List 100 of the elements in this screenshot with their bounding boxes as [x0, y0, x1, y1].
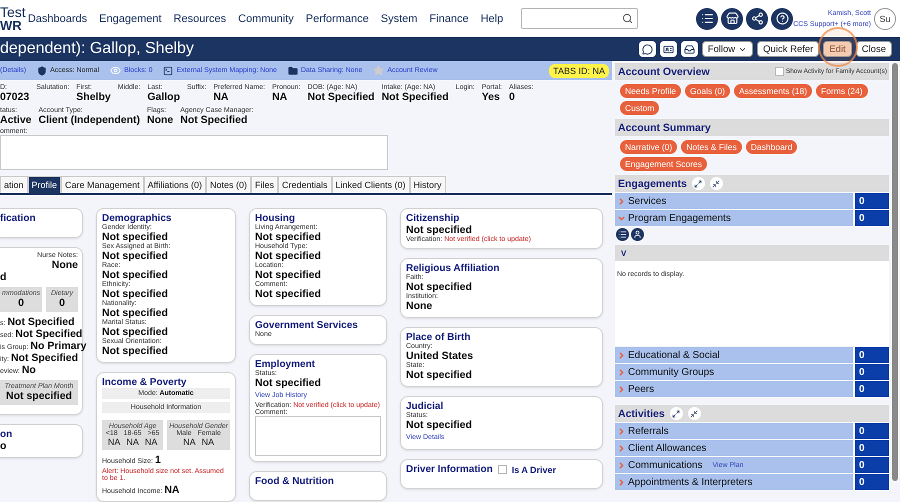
- tab[interactable]: Profile: [28, 176, 62, 193]
- folder-icon: [288, 66, 298, 76]
- collapse-icon[interactable]: [688, 407, 701, 420]
- column-value: NA: [108, 437, 120, 447]
- field-value: United States: [406, 350, 474, 362]
- menu-item[interactable]: Resources: [174, 12, 226, 24]
- menu-item[interactable]: Finance: [429, 12, 469, 24]
- column-value: NA: [183, 437, 196, 447]
- card-title: Housing: [255, 213, 295, 224]
- tab[interactable]: Linked Clients (0): [332, 176, 410, 193]
- field-value: 07023: [0, 91, 30, 103]
- collapse-icon[interactable]: [710, 177, 723, 190]
- section-title: Account Overview: [618, 66, 710, 78]
- field-value: Shelby: [76, 91, 111, 103]
- menu-item[interactable]: System: [380, 12, 418, 24]
- field-value: NA: [272, 91, 288, 103]
- field-value: Not specified: [406, 419, 473, 431]
- tab[interactable]: Files: [250, 176, 278, 193]
- field-value: 0: [508, 91, 516, 103]
- field-value: Client (Independent): [38, 114, 140, 126]
- user-icon[interactable]: [631, 228, 644, 241]
- help-icon[interactable]: [771, 8, 794, 30]
- card-title: Income & Poverty: [102, 377, 186, 388]
- list-icon[interactable]: [696, 8, 718, 30]
- share-icon[interactable]: [746, 8, 768, 30]
- expand-icon[interactable]: [692, 177, 705, 190]
- field-value: o: [0, 440, 8, 452]
- menu-item[interactable]: Dashboards: [28, 12, 88, 24]
- field-value: Not Specified: [180, 114, 248, 126]
- field-value: No Primary: [30, 340, 86, 352]
- section-row[interactable]: Appointments & Interpreters: [615, 474, 853, 490]
- section-row[interactable]: Educational & Social: [615, 347, 853, 363]
- menu-item[interactable]: Engagement: [99, 12, 162, 24]
- section-row[interactable]: Peers: [615, 381, 853, 397]
- field-value: None: [52, 259, 78, 271]
- field-value: Not Specified: [10, 352, 78, 364]
- field-value: Not specified: [102, 269, 169, 281]
- field-value: Active: [0, 114, 32, 126]
- section-row[interactable]: Program Engagements: [615, 210, 853, 226]
- card-title: fication: [0, 213, 36, 224]
- field-value: Not specified: [406, 369, 473, 381]
- chat-icon[interactable]: [638, 41, 656, 57]
- tray-icon[interactable]: [680, 41, 698, 57]
- checkbox-label[interactable]: Is A Driver: [512, 464, 556, 474]
- column-value: NA: [144, 437, 158, 447]
- logo[interactable]: Test WR: [0, 6, 28, 32]
- comment-field[interactable]: [255, 416, 381, 456]
- search-icon[interactable]: [622, 13, 634, 24]
- scrollbar[interactable]: [892, 63, 898, 481]
- highlight-circle: [818, 27, 858, 67]
- field-value: Not specified: [406, 281, 473, 293]
- card-title: Citizenship: [406, 213, 460, 224]
- expand-icon[interactable]: [670, 407, 683, 420]
- tab[interactable]: ation: [0, 176, 28, 193]
- action-button[interactable]: Quick Refer: [757, 41, 820, 57]
- card-title: Religious Affiliation: [406, 263, 500, 274]
- row-count: 0: [855, 457, 889, 473]
- id-card-icon[interactable]: [660, 41, 677, 57]
- field-value: Not specified: [102, 288, 169, 300]
- section-row[interactable]: Referrals: [615, 423, 853, 439]
- card-title: Government Services: [255, 320, 358, 331]
- comment-field[interactable]: [0, 135, 388, 170]
- field-value: Not specified: [406, 224, 472, 236]
- checkbox[interactable]: [498, 465, 507, 474]
- menu-item[interactable]: Community: [238, 12, 294, 24]
- field-value: No: [22, 364, 36, 376]
- row-count: 0: [855, 210, 889, 226]
- field-value: NA: [213, 91, 230, 103]
- column-value: NA: [202, 437, 214, 447]
- tab[interactable]: Credentials: [278, 176, 332, 193]
- card-title: Driver Information: [406, 464, 493, 475]
- tab[interactable]: Care Management: [61, 176, 144, 193]
- store-icon[interactable]: [721, 8, 744, 30]
- menu-item[interactable]: Help: [480, 12, 504, 24]
- tab[interactable]: Notes (0): [206, 176, 251, 193]
- action-button[interactable]: Close: [856, 41, 892, 57]
- field-value: Not specified: [102, 231, 168, 243]
- stat-value: 0: [59, 297, 65, 309]
- menu-item[interactable]: Performance: [306, 12, 369, 24]
- follow-dropdown[interactable]: Follow: [702, 41, 754, 57]
- tab[interactable]: Affiliations (0): [144, 176, 206, 193]
- section-row[interactable]: Client Allowances: [615, 440, 853, 456]
- field-value: NA: [164, 484, 180, 496]
- field-value: d: [0, 271, 8, 283]
- card-title: Food & Nutrition: [255, 476, 334, 487]
- row-count: 0: [855, 347, 889, 363]
- tab[interactable]: History: [410, 176, 446, 193]
- star-icon: [373, 65, 384, 76]
- section-title: Activities: [618, 408, 665, 420]
- section-row[interactable]: Community Groups: [615, 364, 853, 380]
- avatar[interactable]: Su: [874, 8, 896, 30]
- search-field[interactable]: [521, 8, 638, 29]
- checkbox[interactable]: [774, 67, 784, 76]
- field-value: Not Specified: [15, 328, 82, 340]
- list-icon[interactable]: [616, 228, 629, 241]
- stat-value: 0: [18, 297, 24, 309]
- field-value: Not specified: [102, 307, 169, 319]
- section-row[interactable]: Services: [615, 193, 853, 209]
- row-count: 0: [855, 193, 889, 209]
- field-value: Not Specified: [382, 91, 449, 103]
